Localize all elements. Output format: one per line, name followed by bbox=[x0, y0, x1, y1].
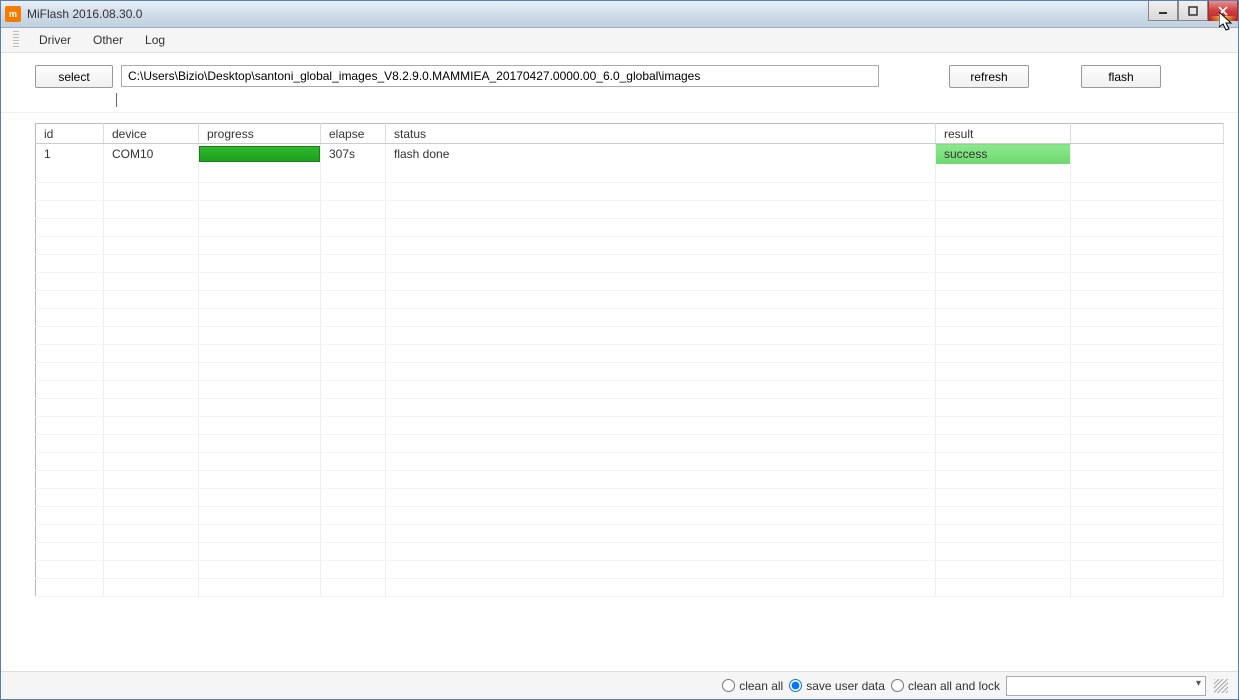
progress-bar bbox=[199, 146, 320, 162]
table-row-empty bbox=[36, 380, 1224, 398]
maximize-icon bbox=[1188, 6, 1198, 16]
cell-pad bbox=[1071, 144, 1224, 165]
select-button[interactable]: select bbox=[35, 65, 113, 88]
table-row-empty bbox=[36, 326, 1224, 344]
cell-status: flash done bbox=[386, 144, 936, 165]
table-row-empty bbox=[36, 434, 1224, 452]
radio-clean-all-label[interactable]: clean all bbox=[739, 679, 783, 693]
table-row-empty bbox=[36, 578, 1224, 596]
radio-save-user-data-input[interactable] bbox=[789, 679, 802, 692]
header-status[interactable]: status bbox=[386, 124, 936, 144]
cell-progress bbox=[199, 144, 321, 165]
header-result[interactable]: result bbox=[936, 124, 1071, 144]
window-title: MiFlash 2016.08.30.0 bbox=[27, 7, 142, 21]
minimize-button[interactable] bbox=[1148, 1, 1178, 21]
text-caret bbox=[116, 93, 117, 107]
table-header-row: id device progress elapse status result bbox=[36, 124, 1224, 144]
table-row-empty bbox=[36, 164, 1224, 182]
cell-elapse: 307s bbox=[321, 144, 386, 165]
radio-save-user-data[interactable]: save user data bbox=[789, 679, 885, 693]
statusbar: clean all save user data clean all and l… bbox=[1, 671, 1238, 699]
refresh-button[interactable]: refresh bbox=[949, 65, 1029, 88]
header-id[interactable]: id bbox=[36, 124, 104, 144]
cell-id: 1 bbox=[36, 144, 104, 165]
close-button[interactable] bbox=[1208, 1, 1238, 21]
flash-button[interactable]: flash bbox=[1081, 65, 1161, 88]
radio-clean-all-and-lock-input[interactable] bbox=[891, 679, 904, 692]
maximize-button[interactable] bbox=[1178, 1, 1208, 21]
table-row-empty bbox=[36, 398, 1224, 416]
header-pad bbox=[1071, 124, 1224, 144]
menu-driver[interactable]: Driver bbox=[29, 29, 81, 51]
window-controls bbox=[1148, 1, 1238, 21]
table-row[interactable]: 1COM10 307sflash donesuccess bbox=[36, 144, 1224, 165]
menu-log[interactable]: Log bbox=[135, 29, 175, 51]
cell-result: success bbox=[936, 144, 1071, 165]
table-row-empty bbox=[36, 308, 1224, 326]
menu-grip-icon bbox=[13, 31, 19, 49]
table-row-empty bbox=[36, 218, 1224, 236]
table-body: 1COM10 307sflash donesuccess bbox=[36, 144, 1224, 597]
cell-device: COM10 bbox=[104, 144, 199, 165]
titlebar[interactable]: m MiFlash 2016.08.30.0 bbox=[1, 1, 1238, 28]
path-input[interactable] bbox=[121, 65, 879, 87]
app-icon: m bbox=[5, 6, 21, 22]
table-row-empty bbox=[36, 182, 1224, 200]
toolbar: select refresh flash bbox=[1, 53, 1238, 113]
table-row-empty bbox=[36, 560, 1224, 578]
combo-dropdown[interactable] bbox=[1006, 676, 1206, 696]
table-row-empty bbox=[36, 524, 1224, 542]
header-progress[interactable]: progress bbox=[199, 124, 321, 144]
table-container: id device progress elapse status result … bbox=[1, 113, 1238, 671]
menubar: Driver Other Log bbox=[1, 28, 1238, 53]
table-row-empty bbox=[36, 470, 1224, 488]
table-row-empty bbox=[36, 452, 1224, 470]
device-table: id device progress elapse status result … bbox=[35, 123, 1224, 597]
radio-clean-all[interactable]: clean all bbox=[722, 679, 783, 693]
table-row-empty bbox=[36, 542, 1224, 560]
table-row-empty bbox=[36, 362, 1224, 380]
table-row-empty bbox=[36, 416, 1224, 434]
menu-other[interactable]: Other bbox=[83, 29, 133, 51]
table-row-empty bbox=[36, 272, 1224, 290]
radio-clean-all-input[interactable] bbox=[722, 679, 735, 692]
radio-clean-all-and-lock[interactable]: clean all and lock bbox=[891, 679, 1000, 693]
app-window: m MiFlash 2016.08.30.0 Driver Other Log … bbox=[0, 0, 1239, 700]
radio-save-user-data-label[interactable]: save user data bbox=[806, 679, 885, 693]
table-row-empty bbox=[36, 200, 1224, 218]
close-icon bbox=[1218, 6, 1228, 16]
minimize-icon bbox=[1158, 6, 1168, 16]
header-device[interactable]: device bbox=[104, 124, 199, 144]
header-elapse[interactable]: elapse bbox=[321, 124, 386, 144]
table-row-empty bbox=[36, 236, 1224, 254]
table-row-empty bbox=[36, 290, 1224, 308]
radio-clean-all-and-lock-label[interactable]: clean all and lock bbox=[908, 679, 1000, 693]
table-row-empty bbox=[36, 506, 1224, 524]
resize-grip-icon[interactable] bbox=[1214, 679, 1228, 693]
table-row-empty bbox=[36, 344, 1224, 362]
table-row-empty bbox=[36, 488, 1224, 506]
table-row-empty bbox=[36, 254, 1224, 272]
